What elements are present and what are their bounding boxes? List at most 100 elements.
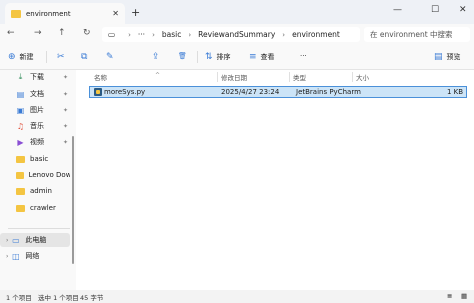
delete-button[interactable]: 🗑 [178, 52, 191, 60]
item-count: 1 个项目 [6, 294, 32, 302]
sidebar-item-downloads[interactable]: ⤓ 下载 ✦ [0, 70, 70, 84]
pin-icon: ✦ [62, 73, 68, 81]
back-button[interactable]: ← [7, 28, 15, 38]
plus-circle-icon: ⊕ [8, 52, 16, 62]
pycharm-file-icon [94, 88, 102, 96]
sidebar-divider [8, 228, 70, 229]
preview-label: 预览 [446, 53, 461, 61]
file-type: JetBrains PyCharm [296, 88, 361, 96]
view-button[interactable]: ≡ 查看 [249, 52, 275, 62]
navigation-bar: ← → ↑ ↻ ▭ › ··· › basic › ReviewandSumma… [0, 24, 474, 44]
view-label: 查看 [260, 53, 275, 61]
toolbar-divider [197, 51, 198, 63]
search-input[interactable]: 在 environment 中搜索 [364, 27, 470, 42]
sidebar-item-label: 文档 [30, 90, 44, 98]
refresh-button[interactable]: ↻ [83, 28, 91, 38]
folder-icon [16, 204, 25, 212]
cut-button[interactable]: ✂ [57, 52, 69, 62]
sidebar-item-admin[interactable]: admin [0, 184, 70, 198]
sidebar-item-label: 音乐 [30, 122, 44, 130]
sidebar-item-pictures[interactable]: ▣ 图片 ✦ [0, 103, 70, 117]
sidebar-scrollbar[interactable] [71, 70, 75, 290]
sidebar-item-label: 此电脑 [25, 236, 47, 244]
tab-title: environment [26, 9, 71, 18]
folder-icon [16, 171, 24, 179]
breadcrumb-more[interactable]: ··· [138, 30, 145, 39]
more-button[interactable]: ··· [300, 52, 307, 60]
sidebar-item-this-pc[interactable]: › ▭ 此电脑 [0, 233, 70, 247]
sidebar-item-label: 下载 [30, 73, 44, 81]
column-header-date[interactable]: 修改日期 [221, 72, 247, 82]
sidebar-item-documents[interactable]: ▤ 文档 ✦ [0, 87, 70, 101]
tab-close-icon[interactable]: ✕ [112, 9, 119, 18]
sidebar-item-music[interactable]: ♫ 音乐 ✦ [0, 119, 70, 133]
up-button[interactable]: ↑ [58, 28, 66, 38]
chevron-right-icon: › [152, 30, 155, 39]
folder-icon [11, 9, 21, 18]
folder-icon [16, 155, 25, 163]
column-header-name[interactable]: 名称 [94, 72, 107, 82]
sidebar-item-label: basic [30, 155, 49, 163]
details-view-icon[interactable]: ≣ [447, 292, 452, 300]
view-icon: ≡ [249, 52, 257, 62]
video-icon: ▶ [17, 137, 24, 147]
sort-button[interactable]: ⇅ 排序 [205, 52, 231, 62]
copy-button[interactable]: ⧉ [81, 52, 91, 62]
column-header-type[interactable]: 类型 [293, 72, 306, 82]
sort-up-icon: ^ [155, 72, 161, 79]
status-bar: 1 个项目 选中 1 个项目 45 字节 ≣ ▦ [0, 290, 474, 303]
title-bar: environment ✕ + — ☐ ✕ [0, 0, 474, 24]
document-icon: ▤ [16, 89, 25, 99]
new-tab-button[interactable]: + [131, 6, 140, 19]
sidebar-item-basic[interactable]: basic [0, 152, 70, 166]
cut-icon: ✂ [57, 52, 65, 62]
share-button[interactable]: ⇪ [152, 52, 164, 62]
sidebar-item-label: 图片 [30, 106, 44, 114]
folder-icon [16, 187, 25, 195]
more-icon: ··· [300, 52, 307, 60]
selected-size: 45 字节 [80, 294, 104, 302]
preview-button[interactable]: ▤ 预览 [434, 52, 461, 62]
tab-environment[interactable]: environment ✕ [5, 3, 125, 24]
picture-icon: ▣ [16, 105, 25, 115]
sidebar-item-label: admin [30, 187, 52, 195]
column-divider [352, 72, 353, 82]
forward-button[interactable]: → [34, 28, 42, 38]
column-header-size[interactable]: 大小 [356, 72, 369, 82]
tiles-view-icon[interactable]: ▦ [461, 292, 467, 300]
close-button[interactable]: ✕ [459, 5, 467, 15]
file-date: 2025/4/27 23:24 [221, 88, 280, 96]
music-icon: ♫ [16, 121, 25, 131]
sidebar-item-videos[interactable]: ▶ 视频 ✦ [0, 135, 70, 149]
sort-label: 排序 [216, 53, 231, 61]
pin-icon: ✦ [62, 90, 68, 98]
sidebar-item-label: 视频 [30, 138, 44, 146]
breadcrumb[interactable]: ▭ › ··· › basic › ReviewandSummary › env… [102, 27, 360, 42]
selected-count: 选中 1 个项目 [38, 294, 79, 302]
maximize-button[interactable]: ☐ [431, 5, 439, 15]
breadcrumb-basic[interactable]: basic [162, 30, 181, 39]
pin-icon: ✦ [62, 122, 68, 130]
sort-icon: ⇅ [205, 52, 213, 62]
new-button[interactable]: ⊕ 新建 [8, 52, 34, 62]
table-row[interactable]: moreSys.py 2025/4/27 23:24 JetBrains PyC… [89, 86, 467, 98]
file-name: moreSys.py [104, 88, 146, 96]
file-size: 1 KB [447, 88, 464, 96]
chevron-right-icon: › [188, 30, 192, 39]
scrollbar-thumb[interactable] [72, 136, 74, 264]
file-list: 名称 ^ 修改日期 类型 大小 moreSys.py 2025/4/27 23:… [76, 70, 474, 290]
rename-button[interactable]: ✎ [106, 52, 118, 62]
sidebar-item-label: Lenovo Downl [28, 171, 70, 179]
copy-icon: ⧉ [81, 52, 88, 62]
chevron-right-icon: › [128, 30, 131, 39]
breadcrumb-reviewandsummary[interactable]: ReviewandSummary [198, 30, 275, 39]
minimize-button[interactable]: — [393, 5, 402, 15]
sidebar-item-lenovo-downloads[interactable]: Lenovo Downl [0, 168, 70, 182]
sidebar-item-crawler[interactable]: crawler [0, 201, 70, 215]
breadcrumb-environment[interactable]: environment [292, 30, 340, 39]
network-icon: ◫ [12, 251, 20, 261]
sidebar-item-network[interactable]: › ◫ 网络 [0, 249, 70, 263]
toolbar-divider [46, 51, 47, 63]
sidebar-item-label: 网络 [25, 252, 40, 260]
pin-icon: ✦ [62, 138, 68, 146]
